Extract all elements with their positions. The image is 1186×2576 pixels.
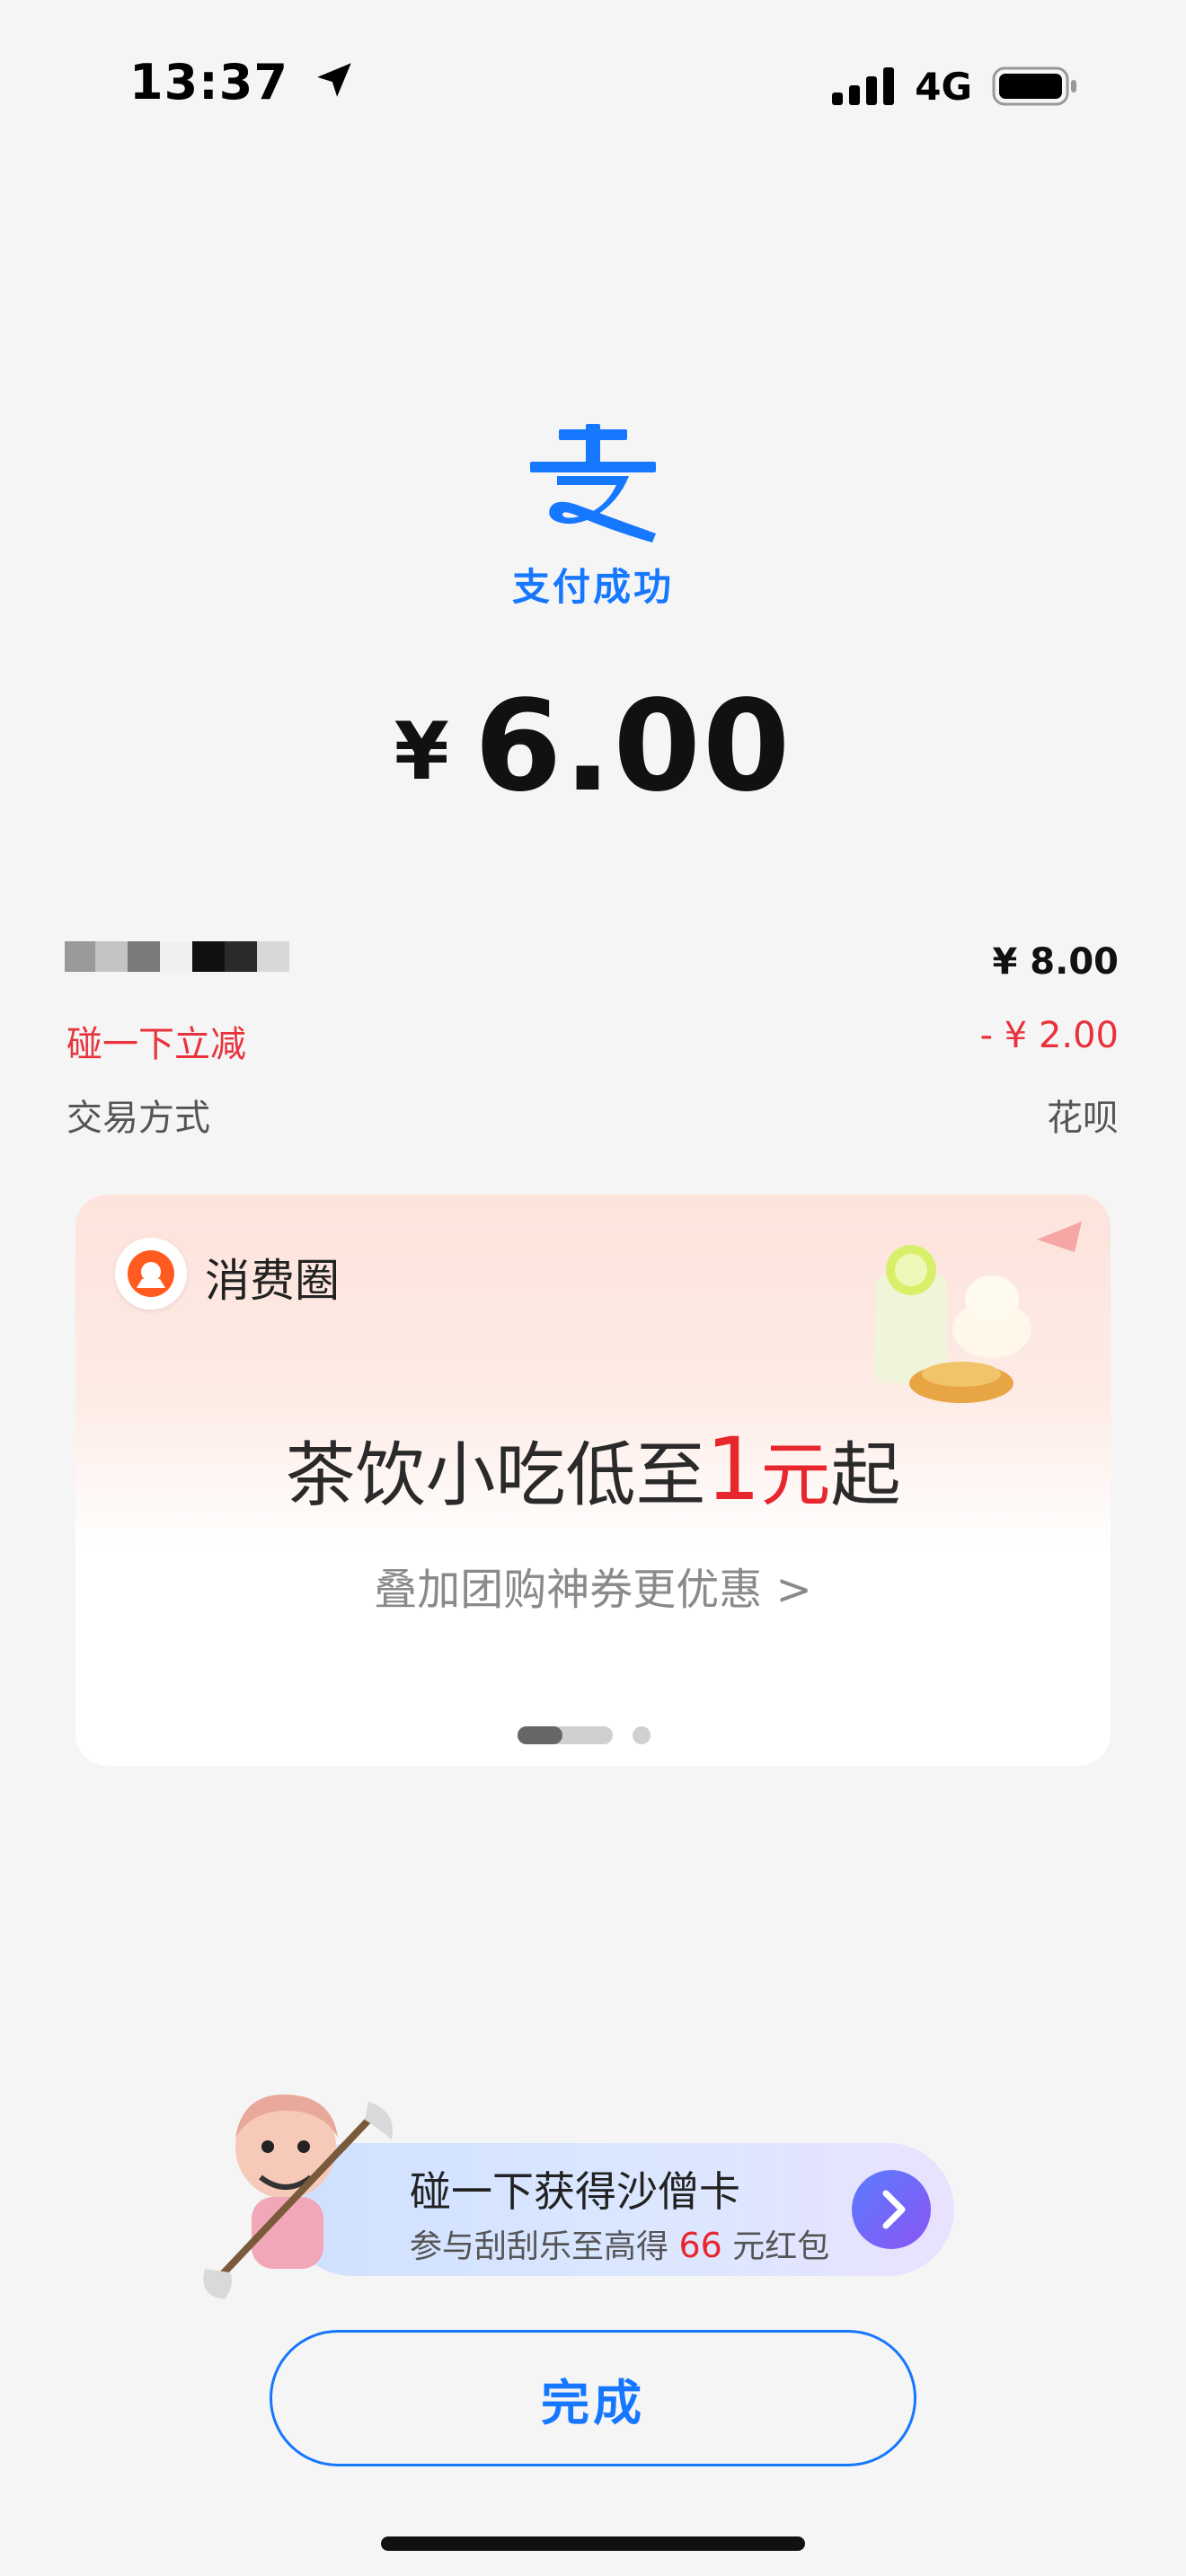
amount-value: 6.00 <box>474 674 792 820</box>
currency-symbol: ¥ <box>394 705 449 798</box>
network-type: 4G <box>915 64 972 109</box>
consumption-circle-logo <box>115 1238 187 1310</box>
headline-prefix: 茶饮小吃低至 <box>285 1435 706 1516</box>
pagination-dot <box>633 1726 651 1744</box>
promo-sub-link[interactable]: 叠加团购神券更优惠 > <box>75 1554 1111 1617</box>
consumption-circle-icon <box>128 1250 174 1297</box>
headline-suffix: 起 <box>830 1435 901 1516</box>
payment-status-text: 支付成功 <box>511 565 674 609</box>
discount-label: 碰一下立减 <box>66 1024 246 1065</box>
time-text: 13:37 <box>129 54 288 110</box>
sha-seng-mascot-icon <box>203 2094 393 2299</box>
promo-headline: 茶饮小吃低至1元起 <box>75 1419 1111 1520</box>
alipay-logo-icon <box>530 424 656 543</box>
banner-sub-suffix: 元红包 <box>732 2228 830 2265</box>
home-indicator[interactable] <box>381 2536 805 2551</box>
banner-arrow-button[interactable] <box>852 2170 931 2249</box>
status-bar-indicators: 4G <box>832 59 1078 113</box>
headline-highlight: 1 <box>705 1419 761 1520</box>
location-arrow-icon <box>316 63 351 97</box>
discount-value: - ¥ 2.00 <box>979 1015 1119 1056</box>
battery-icon <box>992 66 1076 106</box>
card-brand: 消费圈 <box>205 1255 340 1307</box>
banner-subtitle: 参与刮刮乐至高得 66 元红包 <box>410 2220 829 2267</box>
done-button[interactable]: 完成 <box>270 2330 916 2466</box>
pagination-dot-active <box>518 1726 613 1744</box>
chevron-right-icon <box>882 2190 906 2229</box>
promo-card[interactable]: 消费圈 茶饮小吃低至1元起 叠加团购神券更优惠 > <box>75 1195 1111 1766</box>
banner-sub-number: 66 <box>678 2226 722 2265</box>
payment-method-value: 花呗 <box>1047 1098 1119 1139</box>
status-bar-time: 13:37 <box>129 54 357 110</box>
merchant-name-redacted <box>65 941 289 972</box>
original-price: ¥ 8.00 <box>992 941 1119 983</box>
carousel-pagination <box>518 1726 651 1744</box>
headline-unit: 元 <box>760 1435 831 1516</box>
drinks-snacks-illustration-icon <box>875 1222 1082 1403</box>
cellular-signal-icon <box>832 67 895 105</box>
banner-title: 碰一下获得沙僧卡 <box>410 2167 740 2216</box>
banner-sub-prefix: 参与刮刮乐至高得 <box>410 2228 669 2265</box>
payment-method-label: 交易方式 <box>66 1098 210 1139</box>
payment-amount: ¥6.00 <box>0 674 1186 820</box>
